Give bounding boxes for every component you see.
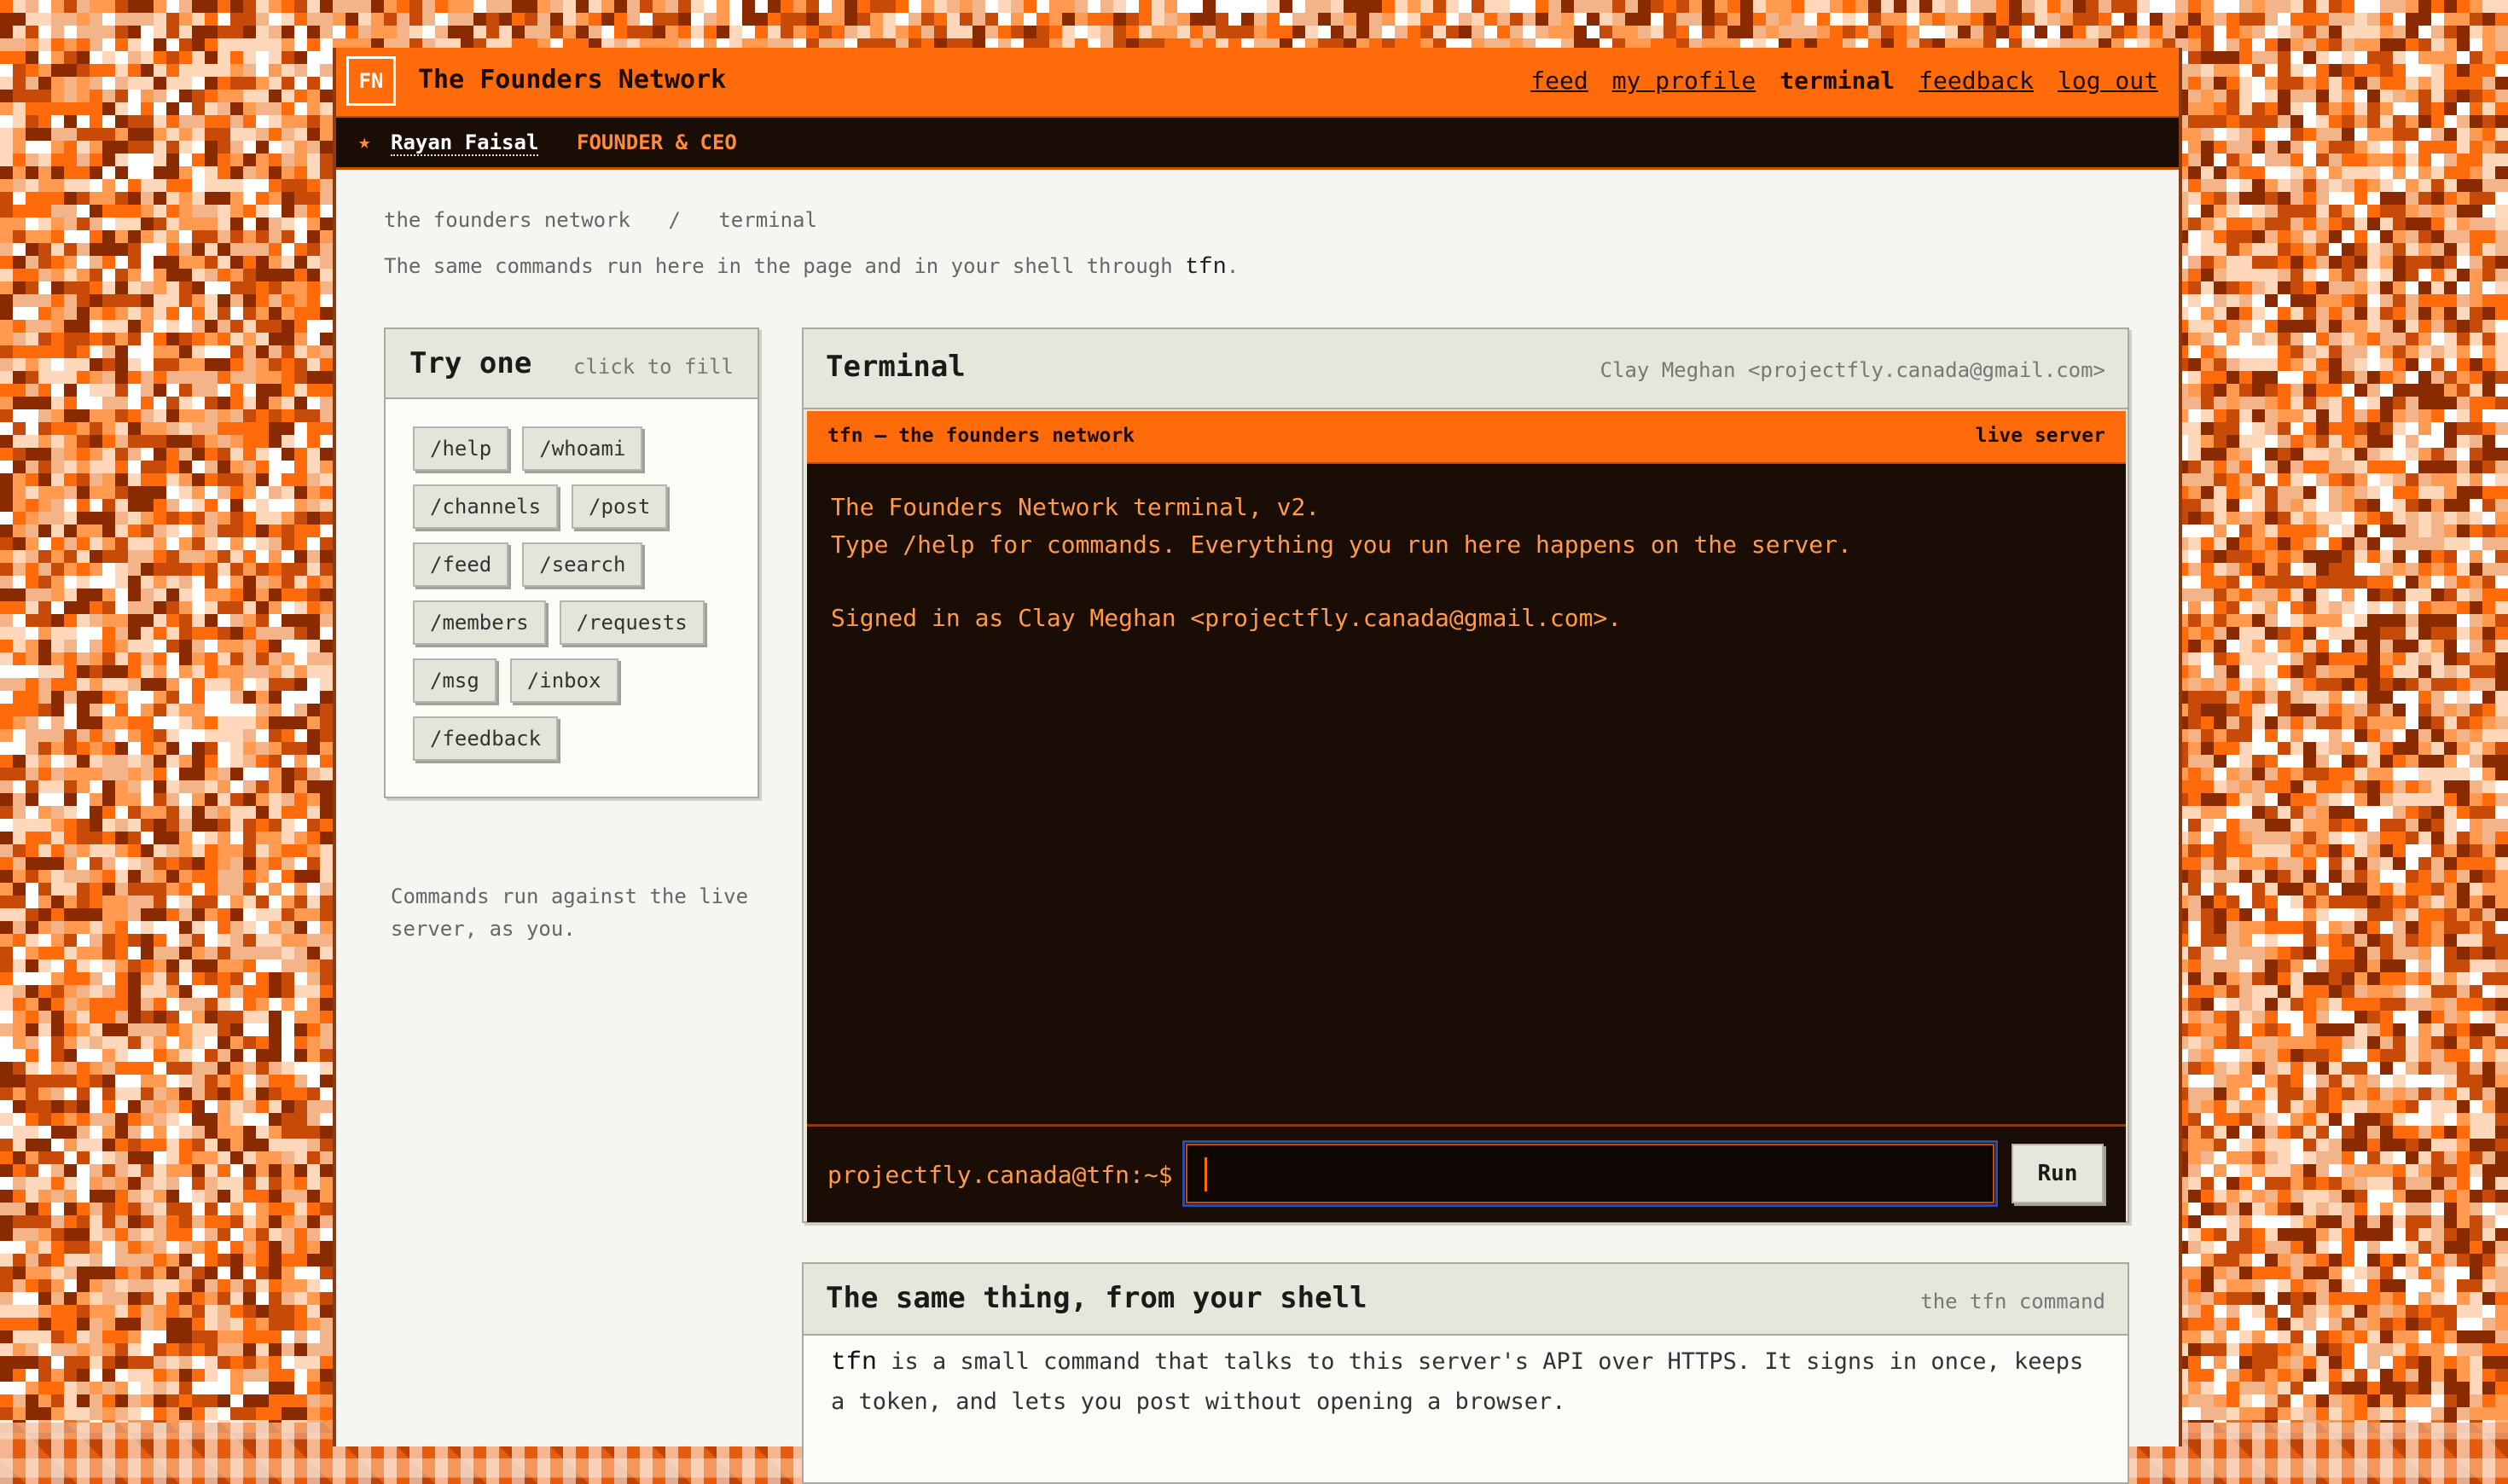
- chip-whoami[interactable]: /whoami: [522, 426, 643, 471]
- user-bar: ★ Rayan Faisal FOUNDER & CEO: [336, 118, 2179, 170]
- user-name-link[interactable]: Rayan Faisal: [391, 130, 539, 156]
- try-one-subtitle: click to fill: [573, 355, 734, 379]
- terminal-panel: Terminal Clay Meghan <projectfly.canada@…: [802, 328, 2129, 1223]
- nav-terminal[interactable]: terminal: [1779, 67, 1895, 95]
- breadcrumb: the founders network / terminal: [384, 208, 843, 232]
- chip-inbox[interactable]: /inbox: [509, 658, 618, 703]
- terminal-bar-title: tfn — the founders network: [827, 425, 1135, 447]
- shell-text: is a small command that talks to this se…: [831, 1348, 2084, 1415]
- live-server-badge: live server: [1975, 425, 2105, 447]
- shell-header: The same thing, from your shell the tfn …: [804, 1264, 2128, 1336]
- chip-members[interactable]: /members: [413, 600, 546, 645]
- terminal-user: Clay Meghan <projectfly.canada@gmail.com…: [1599, 358, 2105, 382]
- chip-feed[interactable]: /feed: [413, 542, 509, 587]
- page: FN The Founders Network feed my profile …: [333, 48, 2182, 1484]
- user-role: FOUNDER & CEO: [577, 130, 737, 154]
- nav-feedback[interactable]: feedback: [1919, 67, 2034, 95]
- chip-channels[interactable]: /channels: [413, 484, 559, 529]
- brand-title[interactable]: The Founders Network: [418, 65, 726, 95]
- try-one-title: Try one: [409, 346, 532, 380]
- output-line: Type /help for commands. Everything you …: [831, 530, 1852, 559]
- intro-end: .: [1226, 254, 1239, 278]
- star-icon: ★: [358, 130, 371, 154]
- shell-code: tfn: [831, 1348, 878, 1377]
- command-input[interactable]: [1182, 1140, 1998, 1207]
- chip-feedback[interactable]: /feedback: [413, 716, 559, 761]
- breadcrumb-separator: /: [668, 208, 681, 232]
- shell-subtitle: the tfn command: [1920, 1290, 2105, 1313]
- shell-prompt: projectfly.canada@tfn:~$: [827, 1161, 1173, 1189]
- logo[interactable]: FN: [346, 56, 396, 106]
- commands-note: Commands run against the live server, as…: [391, 884, 749, 941]
- terminal-header: Terminal Clay Meghan <projectfly.canada@…: [804, 329, 2128, 409]
- command-chips: /help/whoami /channels/post /feed/search…: [413, 426, 746, 774]
- try-one-panel: Try one click to fill /help/whoami /chan…: [384, 328, 759, 798]
- chip-post[interactable]: /post: [572, 484, 668, 529]
- intro-code: tfn: [1185, 255, 1227, 281]
- terminal-title: Terminal: [826, 350, 966, 384]
- chip-search[interactable]: /search: [522, 542, 643, 587]
- breadcrumb-root[interactable]: the founders network: [384, 208, 630, 232]
- shell-description: tfn is a small command that talks to thi…: [831, 1342, 2110, 1422]
- breadcrumb-current: terminal: [718, 208, 817, 232]
- main-nav: feed my profile terminal feedback log ou…: [1530, 67, 2158, 95]
- top-navbar: FN The Founders Network feed my profile …: [336, 48, 2179, 118]
- chip-help[interactable]: /help: [413, 426, 509, 471]
- run-button[interactable]: Run: [2012, 1144, 2104, 1203]
- terminal-output[interactable]: The Founders Network terminal, v2. Type …: [807, 464, 2126, 1124]
- terminal-titlebar: tfn — the founders network live server: [807, 411, 2126, 464]
- try-one-header: Try one click to fill: [386, 329, 758, 399]
- nav-my-profile[interactable]: my profile: [1612, 67, 1756, 95]
- nav-log-out[interactable]: log out: [2058, 67, 2158, 95]
- output-line: Signed in as Clay Meghan <projectfly.can…: [831, 604, 1623, 632]
- shell-title: The same thing, from your shell: [826, 1281, 1367, 1315]
- terminal-prompt-row: projectfly.canada@tfn:~$ Run: [807, 1124, 2126, 1222]
- output-line: The Founders Network terminal, v2.: [831, 493, 1321, 521]
- nav-feed[interactable]: feed: [1530, 67, 1588, 95]
- intro-sentence: The same commands run here in the page a…: [384, 254, 1173, 278]
- chip-msg[interactable]: /msg: [413, 658, 496, 703]
- shell-panel: The same thing, from your shell the tfn …: [802, 1262, 2129, 1484]
- text-cursor: [1205, 1157, 1207, 1191]
- chip-requests[interactable]: /requests: [559, 600, 705, 645]
- intro-text: The same commands run here in the page a…: [384, 254, 1239, 281]
